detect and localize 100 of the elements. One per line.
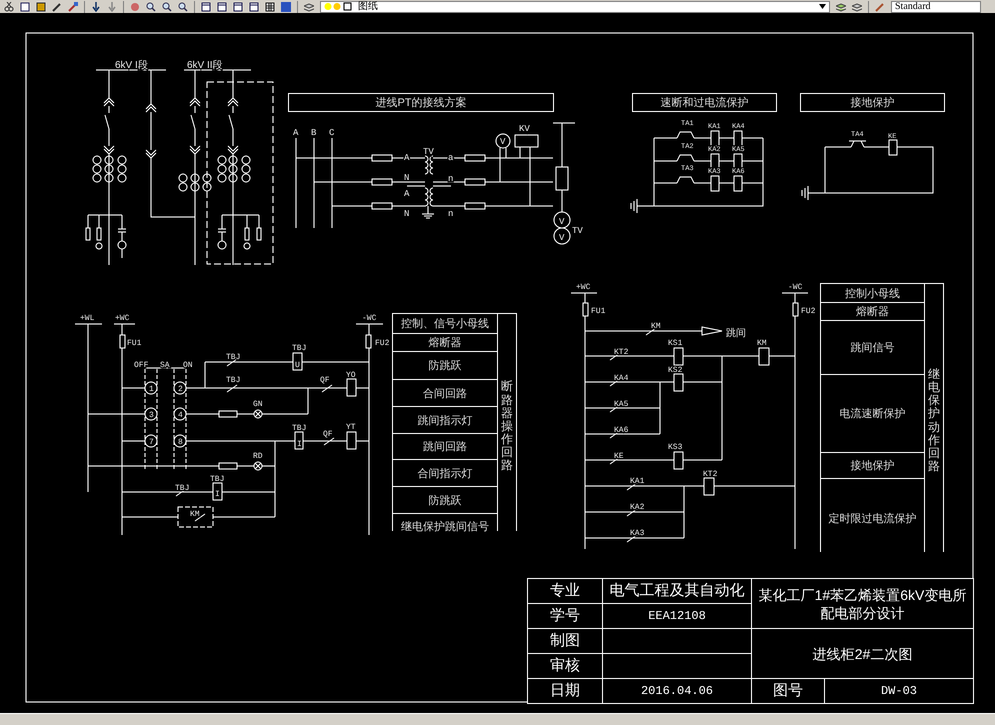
- project-title-line: 某化工厂1#苯乙烯装置6kV变电所: [758, 586, 966, 604]
- component-label: V: [559, 217, 564, 227]
- component-label: KT2: [614, 348, 628, 357]
- clipboard-icon[interactable]: [36, 2, 46, 12]
- grid-icon[interactable]: [265, 2, 275, 12]
- component-label: n: [448, 174, 454, 184]
- field-label: 日期: [528, 679, 602, 703]
- document-icon[interactable]: [20, 2, 30, 12]
- component-label: TBJ: [175, 484, 190, 493]
- legend-group-label: 断路器操作回路: [501, 380, 513, 473]
- magnifier-icon[interactable]: [178, 2, 188, 12]
- component-label: KE: [614, 452, 624, 461]
- component-label: TBJ: [226, 353, 240, 362]
- table-cell: 电气工程及其自动化: [603, 579, 751, 603]
- pencil-icon[interactable]: [52, 2, 62, 12]
- legend-cell: 跳间回路: [393, 434, 497, 459]
- component-label: 7: [149, 438, 154, 447]
- field-label: 学号: [528, 604, 602, 628]
- component-label: KM: [190, 510, 200, 519]
- component-label: 6kV I段: [115, 60, 148, 71]
- component-label: +WC: [576, 283, 590, 292]
- component-label: QF: [320, 376, 330, 385]
- window-icon[interactable]: [201, 2, 211, 12]
- legend-cell: 防跳跃: [393, 487, 497, 513]
- component-label: U: [295, 361, 300, 370]
- section-title: 接地保护: [800, 93, 945, 112]
- component-label: KM: [651, 322, 661, 331]
- layer-dropdown[interactable]: 图纸: [320, 0, 830, 12]
- component-label: QF: [323, 430, 333, 439]
- component-label: TV: [423, 147, 434, 157]
- component-label: OFF: [134, 361, 148, 370]
- field-label: 制图: [528, 629, 602, 653]
- component-label: FU1: [127, 339, 142, 348]
- component-label: N: [404, 173, 410, 183]
- table-cell: DW-03: [825, 679, 973, 703]
- component-label: 4: [178, 411, 183, 420]
- component-label: YT: [346, 423, 356, 432]
- down-arrow-icon[interactable]: [91, 2, 101, 12]
- legend-cell: 防跳跃: [393, 352, 497, 379]
- legend-cell: 电流速断保护: [821, 375, 924, 452]
- window-icon[interactable]: [217, 2, 227, 12]
- component-label: KA5: [614, 400, 628, 409]
- legend-cell: 接地保护: [821, 453, 924, 478]
- window-icon[interactable]: [233, 2, 243, 12]
- text-style-dropdown[interactable]: Standard: [891, 0, 981, 12]
- legend-cell: 熔断器: [821, 303, 924, 320]
- component-label: SA: [160, 361, 170, 370]
- component-label: TV: [572, 226, 583, 236]
- layer-name: 图纸: [358, 1, 379, 12]
- legend-cell: 跳间指示灯: [393, 407, 497, 433]
- component-label: A: [404, 189, 410, 199]
- component-label: FU2: [375, 339, 390, 348]
- component-label: GN: [253, 400, 263, 409]
- table-cell: 2016.04.06: [603, 679, 751, 703]
- layers-icon[interactable]: [836, 2, 846, 12]
- component-label: KM: [757, 339, 767, 348]
- legend-cell: 控制小母线: [821, 284, 924, 302]
- component-label: 3: [149, 411, 154, 420]
- component-label: FU2: [801, 307, 816, 316]
- magnifier-icon[interactable]: [146, 2, 156, 12]
- component-label: KS1: [668, 339, 682, 348]
- brush-icon[interactable]: [68, 2, 78, 12]
- legend-cell: 控制、信号小母线: [393, 314, 497, 333]
- caret-icon[interactable]: [819, 4, 826, 9]
- component-label: 跳间: [726, 328, 746, 339]
- component-label: 1: [149, 385, 154, 394]
- component-label: 6kV II段: [187, 60, 223, 71]
- component-label: KS2: [668, 366, 682, 375]
- legend-cell: 合间指示灯: [393, 460, 497, 486]
- window-icon[interactable]: [249, 2, 259, 12]
- project-title-line: 配电部分设计: [820, 604, 904, 622]
- component-label: KA6: [614, 426, 628, 435]
- component-label: KV: [519, 124, 530, 134]
- component-label: YO: [346, 371, 356, 380]
- component-label: FU1: [591, 307, 606, 316]
- component-label: V: [500, 137, 506, 147]
- layers-icon[interactable]: [852, 2, 862, 12]
- component-label: 2: [178, 385, 183, 394]
- scissors-icon[interactable]: [4, 2, 14, 12]
- layers-icon[interactable]: [304, 2, 314, 12]
- component-label: B: [311, 128, 316, 138]
- table-cell: EEA12108: [603, 604, 751, 628]
- component-label: ON: [183, 361, 193, 370]
- component-label: I: [215, 490, 220, 499]
- field-label: 专业: [528, 579, 602, 603]
- component-label: n: [448, 209, 454, 219]
- component-label: KA3: [630, 529, 644, 538]
- component-label: KA2: [630, 503, 644, 512]
- magnifier-icon[interactable]: [162, 2, 172, 12]
- component-label: I: [297, 440, 302, 449]
- component-label: RD: [253, 452, 263, 461]
- legend-cell: 合间回路: [393, 380, 497, 406]
- component-label: KT2: [703, 470, 718, 479]
- section-title: 进线PT的接线方案: [288, 93, 554, 112]
- section-title: 速断和过电流保护: [632, 93, 777, 112]
- field-label: 图号: [752, 679, 824, 703]
- table-cell: 进线柜2#二次图: [752, 629, 973, 678]
- layer-state-icon: [324, 2, 354, 11]
- component-label: KA1: [630, 477, 644, 486]
- field-label: 审核: [528, 654, 602, 678]
